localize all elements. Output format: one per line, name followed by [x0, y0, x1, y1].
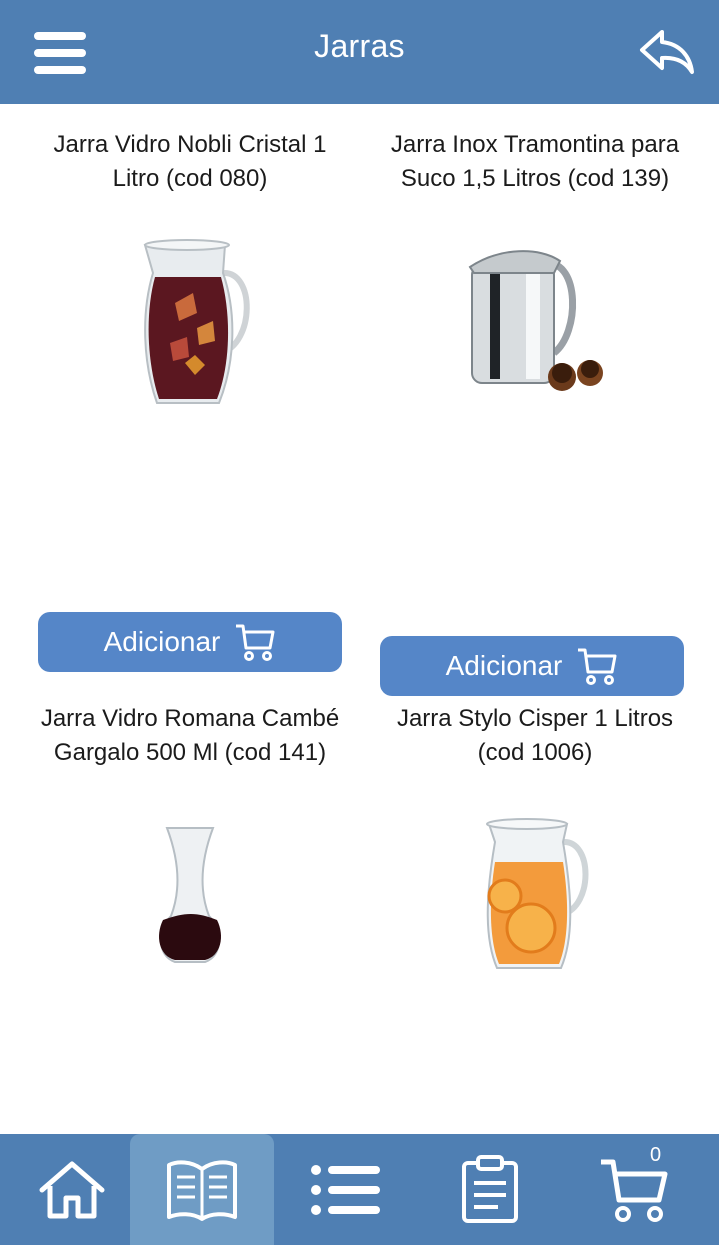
nav-cart[interactable] [562, 1134, 706, 1245]
list-icon [311, 1164, 380, 1215]
nav-catalog[interactable] [130, 1134, 274, 1245]
product-image [365, 800, 705, 990]
nav-list[interactable] [274, 1134, 418, 1245]
cart-count-badge: 0 [650, 1144, 662, 1166]
product-card: Jarra Stylo Cisper 1 Litros (cod 1006) [365, 702, 705, 969]
product-name: Jarra Stylo Cisper 1 Litros (cod 1006) [396, 705, 674, 766]
nav-orders[interactable] [418, 1134, 562, 1245]
product-name: Jarra Vidro Nobli Cristal 1 Litro (cod 0… [53, 131, 327, 192]
product-name: Jarra Inox Tramontina para Suco 1,5 Litr… [390, 131, 680, 192]
catalog-book-icon [167, 1159, 237, 1221]
product-name: Jarra Vidro Romana Cambé Gargalo 500 Ml … [40, 705, 340, 766]
cart-icon [578, 648, 617, 685]
cart-icon [236, 624, 275, 661]
product-card: Jarra Vidro Romana Cambé Gargalo 500 Ml … [20, 702, 360, 963]
reply-back-icon[interactable] [638, 26, 696, 78]
product-grid: Jarra Vidro Nobli Cristal 1 Litro (cod 0… [0, 104, 719, 1134]
add-to-cart-button[interactable]: Adicionar [38, 612, 342, 672]
clipboard-icon [462, 1154, 518, 1223]
add-button-label: Adicionar [103, 626, 221, 657]
bottom-navigation: 0 [0, 1134, 719, 1245]
page-title: Jarras [314, 28, 405, 64]
app-header: Jarras [0, 0, 719, 104]
product-card: Jarra Inox Tramontina para Suco 1,5 Litr… [365, 128, 705, 696]
add-button-label: Adicionar [445, 650, 563, 681]
home-icon [39, 1161, 105, 1218]
add-to-cart-button[interactable]: Adicionar [380, 636, 684, 696]
product-image [20, 228, 360, 418]
nav-home[interactable] [0, 1134, 144, 1245]
product-image [365, 228, 705, 418]
product-card: Jarra Vidro Nobli Cristal 1 Litro (cod 0… [20, 128, 360, 404]
product-image [20, 800, 360, 990]
